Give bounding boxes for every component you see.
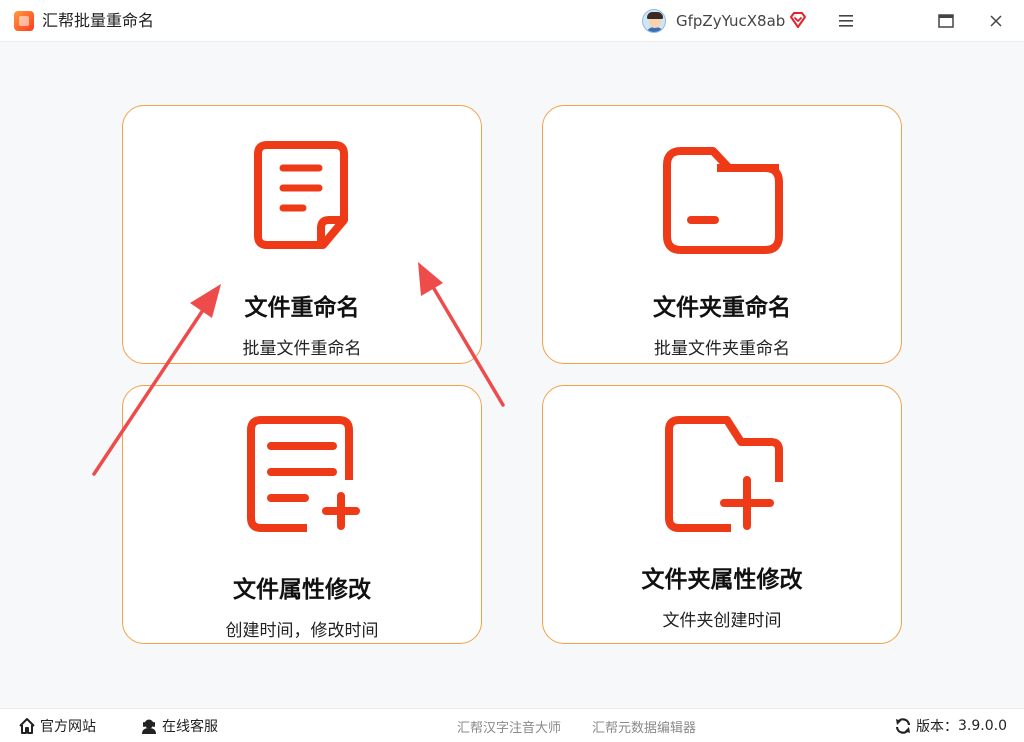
status-bar: 官方网站 在线客服 汇帮汉字注音大师 汇帮元数据编辑器 版本： 3.9.0.0 [0, 708, 1024, 742]
close-icon [990, 15, 1002, 27]
file-document-icon [254, 141, 348, 249]
folder-add-icon [665, 416, 783, 532]
app-logo-icon [14, 11, 34, 31]
file-list-add-icon [247, 416, 360, 532]
file-rename-card[interactable]: 文件重命名 批量文件重命名 [122, 105, 482, 364]
official-website-link[interactable]: 官方网站 [18, 709, 96, 742]
card-subtitle: 批量文件重命名 [242, 339, 362, 359]
card-subtitle: 批量文件夹重命名 [654, 339, 790, 359]
customer-service-icon [142, 719, 156, 734]
version-number: 3.9.0.0 [958, 718, 1007, 734]
pinyin-tool-link[interactable]: 汇帮汉字注音大师 [457, 709, 561, 742]
official-website-label: 官方网站 [40, 719, 96, 735]
close-button[interactable] [982, 8, 1010, 34]
file-attribute-card[interactable]: 文件属性修改 创建时间，修改时间 [122, 385, 482, 644]
hamburger-menu-icon [839, 15, 853, 27]
folder-rename-card[interactable]: 文件夹重命名 批量文件夹重命名 [542, 105, 902, 364]
card-title: 文件属性修改 [233, 577, 371, 603]
maximize-button[interactable] [932, 8, 960, 34]
metadata-editor-link[interactable]: 汇帮元数据编辑器 [592, 709, 696, 742]
home-icon [19, 718, 35, 734]
folder-attribute-card[interactable]: 文件夹属性修改 文件夹创建时间 [542, 385, 902, 644]
title-bar: 汇帮批量重命名 GfpZyYucX8ab [0, 0, 1024, 42]
refresh-icon [895, 718, 911, 734]
user-avatar[interactable] [642, 9, 666, 33]
folder-icon [663, 147, 783, 254]
online-support-label: 在线客服 [162, 719, 218, 735]
maximize-icon [938, 14, 954, 28]
card-title: 文件重命名 [244, 295, 360, 321]
card-title: 文件夹属性修改 [641, 567, 803, 593]
diamond-vip-icon[interactable] [789, 11, 807, 29]
menu-button[interactable] [832, 8, 860, 34]
app-title: 汇帮批量重命名 [42, 11, 155, 30]
card-subtitle: 文件夹创建时间 [662, 611, 782, 631]
version-info[interactable]: 版本： 3.9.0.0 [894, 709, 1007, 742]
card-title: 文件夹重命名 [653, 295, 791, 321]
card-subtitle: 创建时间，修改时间 [225, 621, 379, 641]
username[interactable]: GfpZyYucX8ab [676, 12, 785, 30]
online-support-link[interactable]: 在线客服 [140, 709, 218, 742]
version-label: 版本： [916, 719, 958, 735]
